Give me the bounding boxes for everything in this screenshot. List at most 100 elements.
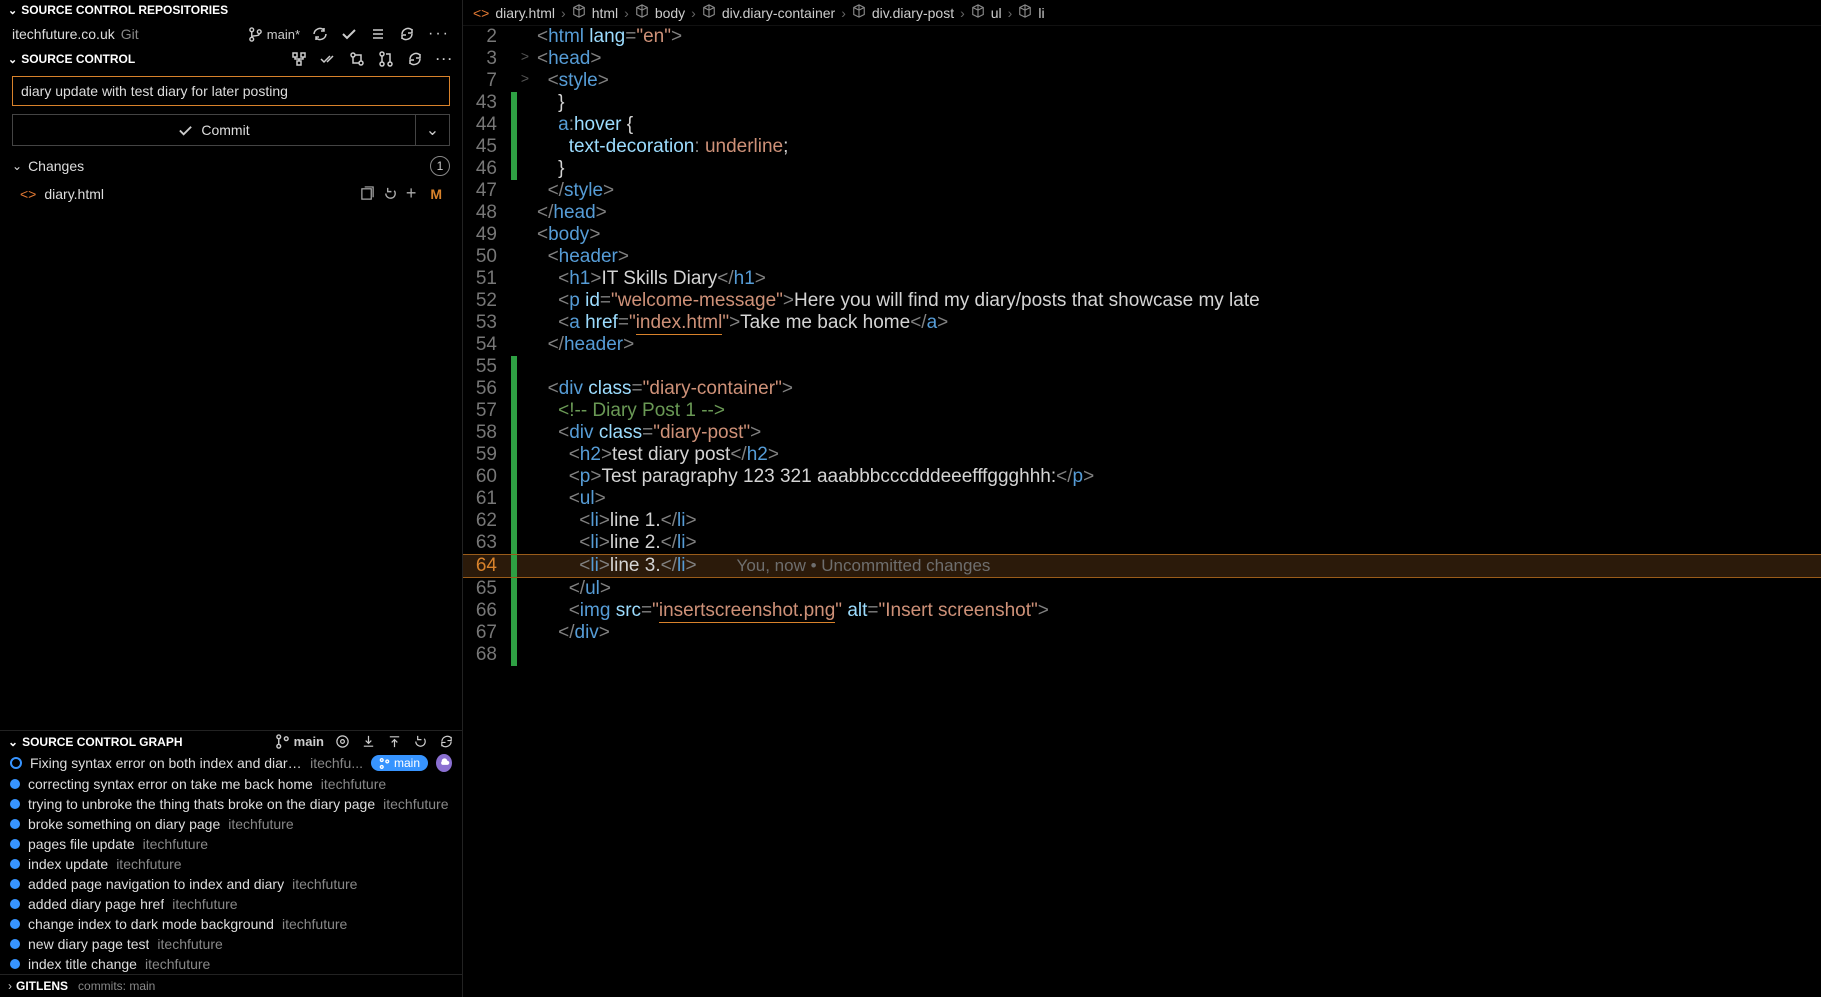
gitlens-subtitle: commits: main <box>78 979 155 993</box>
breadcrumb-item[interactable]: div.diary-container <box>722 5 835 21</box>
commit-row[interactable]: Fixing syntax error on both index and di… <box>0 752 462 774</box>
commit-row[interactable]: correcting syntax error on take me back … <box>0 774 462 794</box>
code-line[interactable]: 2<html lang="en"> <box>463 26 1821 48</box>
check-all-icon[interactable] <box>320 51 336 67</box>
commit-dot <box>10 819 20 829</box>
commit-message: pages file update <box>28 836 135 852</box>
code-content: a:hover { <box>533 114 633 136</box>
code-line[interactable]: 57 <!-- Diary Post 1 --> <box>463 400 1821 422</box>
commit-row[interactable]: trying to unbroke the thing thats broke … <box>0 794 462 814</box>
code-line[interactable]: 7> <style> <box>463 70 1821 92</box>
breadcrumb[interactable]: <>diary.html›html›body›div.diary-contain… <box>463 0 1821 26</box>
commit-author: itechfuture <box>282 916 347 932</box>
refresh-icon[interactable] <box>399 26 415 42</box>
more-sc-icon[interactable]: ··· <box>436 52 454 66</box>
code-editor[interactable]: 2<html lang="en">3><head>7> <style>43 }4… <box>463 26 1821 997</box>
commit-message-input[interactable] <box>12 76 450 106</box>
code-line[interactable]: 47 </style> <box>463 180 1821 202</box>
commit-author: itechfuture <box>116 856 181 872</box>
refresh-sc-icon[interactable] <box>407 51 423 67</box>
branch-pr-icon[interactable] <box>378 51 394 67</box>
compare-icon[interactable] <box>349 51 365 67</box>
stage-icon[interactable]: + <box>406 183 417 204</box>
code-line[interactable]: 60 <p>Test paragraphy 123 321 aaabbbcccd… <box>463 466 1821 488</box>
code-line[interactable]: 51 <h1>IT Skills Diary</h1> <box>463 268 1821 290</box>
changes-section[interactable]: ⌄ Changes 1 <box>0 152 462 180</box>
line-number: 44 <box>463 114 511 136</box>
tree-view-icon[interactable] <box>291 51 307 67</box>
breadcrumb-item[interactable]: ul <box>991 5 1002 21</box>
pull-icon[interactable] <box>361 734 376 749</box>
chevron-down-icon: ⌄ <box>8 53 17 66</box>
breadcrumb-item[interactable]: div.diary-post <box>872 5 954 21</box>
refresh-graph-icon[interactable] <box>439 734 454 749</box>
source-control-section-header[interactable]: ⌄ SOURCE CONTROL ··· <box>0 48 462 70</box>
commit-row[interactable]: added diary page href itechfuture <box>0 894 462 914</box>
breadcrumb-item[interactable]: body <box>655 5 685 21</box>
repos-section-header[interactable]: ⌄ SOURCE CONTROL REPOSITORIES <box>0 0 462 20</box>
commit-row[interactable]: broke something on diary page itechfutur… <box>0 814 462 834</box>
code-line[interactable]: 61 <ul> <box>463 488 1821 510</box>
line-number: 46 <box>463 158 511 180</box>
code-line[interactable]: 3><head> <box>463 48 1821 70</box>
commit-row[interactable]: new diary page test itechfuture <box>0 934 462 954</box>
code-line[interactable]: 62 <li>line 1.</li> <box>463 510 1821 532</box>
code-line[interactable]: 43 } <box>463 92 1821 114</box>
commit-button[interactable]: Commit <box>12 114 416 146</box>
commit-dropdown[interactable]: ⌄ <box>416 114 450 146</box>
code-line[interactable]: 58 <div class="diary-post"> <box>463 422 1821 444</box>
code-line[interactable]: 50 <header> <box>463 246 1821 268</box>
breadcrumb-item[interactable]: html <box>592 5 618 21</box>
push-icon[interactable] <box>387 734 402 749</box>
commit-row[interactable]: pages file update itechfuture <box>0 834 462 854</box>
code-line[interactable]: 65 </ul> <box>463 578 1821 600</box>
code-line[interactable]: 55 <box>463 356 1821 378</box>
code-line[interactable]: 44 a:hover { <box>463 114 1821 136</box>
chevron-down-icon: ⌄ <box>426 120 439 140</box>
commit-author: itechfuture <box>292 876 357 892</box>
code-line[interactable]: 52 <p id="welcome-message">Here you will… <box>463 290 1821 312</box>
code-line[interactable]: 46 } <box>463 158 1821 180</box>
sync-icon[interactable] <box>312 26 328 42</box>
commit-message: index title change <box>28 956 137 972</box>
graph-branch-selector[interactable]: main <box>275 734 324 749</box>
fold-icon[interactable]: > <box>517 70 533 92</box>
code-line[interactable]: 64 <li>line 3.</li>You, now • Uncommitte… <box>463 554 1821 578</box>
list-icon[interactable] <box>370 26 386 42</box>
check-icon[interactable] <box>341 26 357 42</box>
open-file-icon[interactable] <box>360 186 375 201</box>
code-line[interactable]: 59 <h2>test diary post</h2> <box>463 444 1821 466</box>
code-line[interactable]: 63 <li>line 2.</li> <box>463 532 1821 554</box>
editor-pane: <>diary.html›html›body›div.diary-contain… <box>463 0 1821 997</box>
code-line[interactable]: 53 <a href="index.html">Take me back hom… <box>463 312 1821 334</box>
breadcrumb-item[interactable]: diary.html <box>495 5 555 21</box>
fold-icon <box>517 158 533 180</box>
fold-icon[interactable]: > <box>517 48 533 70</box>
discard-changes-icon[interactable] <box>383 186 398 201</box>
gitlens-section[interactable]: › GITLENS commits: main <box>0 974 462 997</box>
commit-row[interactable]: change index to dark mode background ite… <box>0 914 462 934</box>
code-line[interactable]: 66 <img src="insertscreenshot.png" alt="… <box>463 600 1821 622</box>
code-line[interactable]: 54 </header> <box>463 334 1821 356</box>
commit-row[interactable]: index update itechfuture <box>0 854 462 874</box>
repo-row[interactable]: itechfuture.co.uk Git main* ··· <box>0 20 462 48</box>
code-line[interactable]: 45 text-decoration: underline; <box>463 136 1821 158</box>
code-line[interactable]: 49<body> <box>463 224 1821 246</box>
fetch-icon[interactable] <box>413 734 428 749</box>
graph-section-header[interactable]: ⌄ SOURCE CONTROL GRAPH main <box>0 730 462 752</box>
code-line[interactable]: 68 <box>463 644 1821 666</box>
branch-indicator[interactable]: main* <box>248 27 300 42</box>
code-line[interactable]: 67 </div> <box>463 622 1821 644</box>
line-number: 56 <box>463 378 511 400</box>
code-line[interactable]: 48</head> <box>463 202 1821 224</box>
target-icon[interactable] <box>335 734 350 749</box>
code-line[interactable]: 56 <div class="diary-container"> <box>463 378 1821 400</box>
changed-file-row[interactable]: <> diary.html + M <box>0 180 462 207</box>
commit-row[interactable]: index title change itechfuture <box>0 954 462 974</box>
breadcrumb-item[interactable]: li <box>1038 5 1044 21</box>
more-icon[interactable]: ··· <box>428 25 450 43</box>
code-content: <img src="insertscreenshot.png" alt="Ins… <box>533 600 1049 622</box>
commit-row[interactable]: added page navigation to index and diary… <box>0 874 462 894</box>
cloud-icon <box>436 754 452 772</box>
code-content: } <box>533 158 564 180</box>
